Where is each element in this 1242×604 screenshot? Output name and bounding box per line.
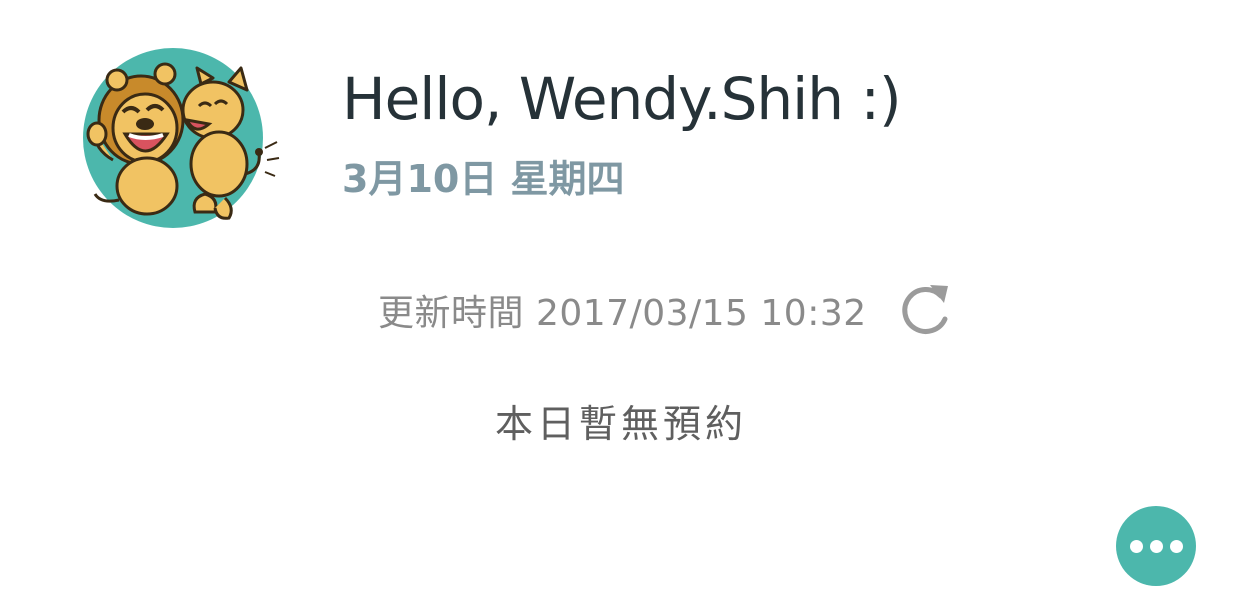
greeting-title: Hello, Wendy.Shih :)	[342, 65, 902, 133]
lion-mascots-avatar	[83, 48, 280, 228]
more-button[interactable]	[1116, 506, 1196, 586]
update-time-label: 更新時間 2017/03/15 10:32	[378, 293, 867, 334]
avatar	[83, 48, 281, 232]
date-label: 3月10日 星期四	[342, 157, 625, 201]
update-time-row: 更新時間 2017/03/15 10:32	[378, 282, 955, 338]
no-appointments-message: 本日暫無預約	[494, 402, 747, 446]
more-icon	[1169, 539, 1183, 553]
more-icon	[1129, 539, 1143, 553]
refresh-icon[interactable]	[897, 281, 955, 339]
more-icon	[1149, 539, 1163, 553]
